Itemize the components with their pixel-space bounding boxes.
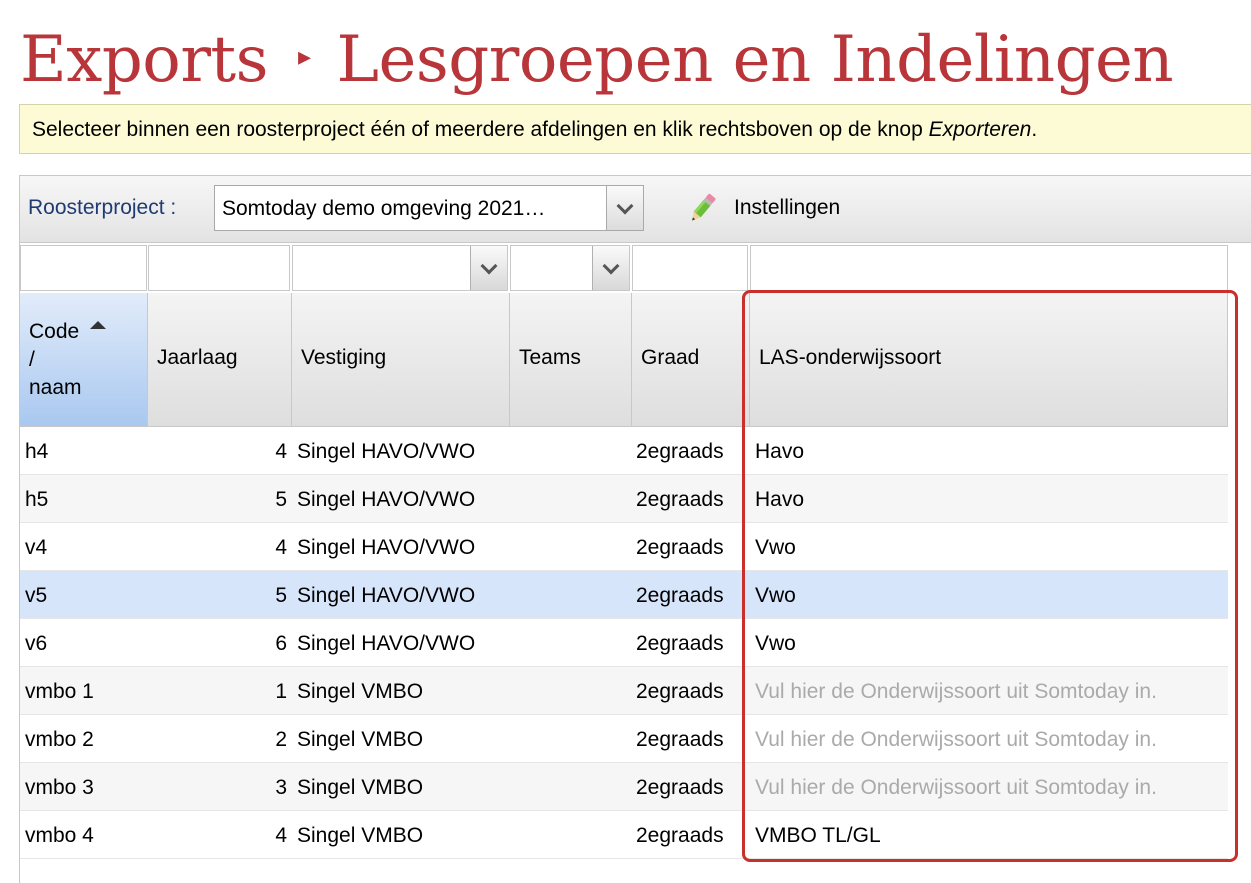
cell-jaarlaag: 2	[275, 728, 287, 751]
info-banner: Selecteer binnen een roosterproject één …	[19, 104, 1251, 154]
cell-graad: 2egraads	[636, 776, 724, 799]
settings-label: Instellingen	[734, 196, 841, 219]
cell-graad: 2egraads	[636, 488, 724, 511]
cell-vestiging: Singel HAVO/VWO	[297, 440, 476, 463]
cell-code: vmbo 3	[25, 776, 94, 799]
cell-las-placeholder[interactable]: Vul hier de Onderwijssoort uit Somtoday …	[755, 680, 1157, 704]
cell-vestiging: Singel VMBO	[297, 776, 424, 799]
column-header-las-label: LAS-onderwijssoort	[759, 346, 942, 369]
column-header-jaarlaag-label: Jaarlaag	[157, 346, 238, 369]
column-headers: Code / naam Jaarlaag Vestiging Teams Gra…	[20, 293, 1251, 427]
column-header-vestiging[interactable]: Vestiging	[292, 293, 510, 427]
cell-jaarlaag: 4	[275, 536, 287, 559]
cell-las-placeholder[interactable]: Vul hier de Onderwijssoort uit Somtoday …	[755, 728, 1157, 752]
cell-las[interactable]: Vwo	[755, 536, 796, 560]
cell-code: v5	[25, 584, 48, 607]
column-header-jaarlaag[interactable]: Jaarlaag	[148, 293, 292, 427]
table-row[interactable]: vmbo 1 1 Singel VMBO 2egraads Vul hier d…	[20, 667, 1228, 715]
column-header-teams-label: Teams	[519, 346, 581, 369]
cell-las[interactable]: VMBO TL/GL	[755, 824, 881, 848]
cell-graad: 2egraads	[636, 536, 724, 559]
info-period: .	[1031, 118, 1038, 141]
cell-graad: 2egraads	[636, 632, 724, 655]
grid-panel: Roosterproject : Somtoday demo omgeving …	[19, 175, 1251, 883]
cell-jaarlaag: 4	[275, 824, 287, 847]
table-row[interactable]: vmbo 2 2 Singel VMBO 2egraads Vul hier d…	[20, 715, 1228, 763]
table-row[interactable]: v6 6 Singel HAVO/VWO 2egraads Vwo	[20, 619, 1228, 667]
cell-graad: 2egraads	[636, 584, 724, 607]
cell-las[interactable]: Vwo	[755, 632, 796, 656]
graad-filter-input[interactable]	[632, 245, 748, 291]
cell-graad: 2egraads	[636, 680, 724, 703]
code-filter-input[interactable]	[20, 245, 147, 291]
cell-jaarlaag: 4	[275, 440, 287, 463]
project-select-value: Somtoday demo omgeving 2021…	[222, 197, 546, 220]
cell-code: h4	[25, 440, 49, 463]
toolbar: Roosterproject : Somtoday demo omgeving …	[20, 176, 1251, 243]
info-text: Selecteer binnen een roosterproject één …	[32, 118, 929, 141]
column-header-code-label: Code / naam	[29, 320, 82, 399]
cell-jaarlaag: 3	[275, 776, 287, 799]
cell-las[interactable]: Havo	[755, 488, 804, 512]
info-emphasis: Exporteren	[928, 118, 1032, 141]
cell-code: v4	[25, 536, 48, 559]
column-header-las[interactable]: LAS-onderwijssoort	[750, 293, 1228, 427]
cell-jaarlaag: 1	[275, 680, 287, 703]
cell-code: h5	[25, 488, 49, 511]
cell-code: vmbo 2	[25, 728, 94, 751]
cell-las-placeholder[interactable]: Vul hier de Onderwijssoort uit Somtoday …	[755, 776, 1157, 800]
cell-las[interactable]: Vwo	[755, 584, 796, 608]
column-header-vestiging-label: Vestiging	[301, 346, 387, 369]
breadcrumb-separator-icon: ▸	[297, 41, 311, 72]
project-select[interactable]: Somtoday demo omgeving 2021…	[214, 185, 644, 231]
cell-vestiging: Singel HAVO/VWO	[297, 536, 476, 559]
settings-button[interactable]: Instellingen	[684, 188, 840, 228]
chevron-down-icon[interactable]	[606, 186, 643, 230]
cell-jaarlaag: 5	[275, 488, 287, 511]
column-header-graad-label: Graad	[641, 346, 700, 369]
cell-code: v6	[25, 632, 48, 655]
table-row[interactable]: h4 4 Singel HAVO/VWO 2egraads Havo	[20, 427, 1228, 475]
table-row[interactable]: v4 4 Singel HAVO/VWO 2egraads Vwo	[20, 523, 1228, 571]
cell-code: vmbo 1	[25, 680, 94, 703]
las-filter-input[interactable]	[750, 245, 1228, 291]
breadcrumb-root[interactable]: Exports	[20, 23, 268, 97]
cell-vestiging: Singel VMBO	[297, 680, 424, 703]
project-label: Roosterproject :	[28, 196, 177, 219]
jaarlaag-filter-input[interactable]	[148, 245, 290, 291]
table-row[interactable]: vmbo 4 4 Singel VMBO 2egraads VMBO TL/GL	[20, 811, 1228, 859]
cell-vestiging: Singel HAVO/VWO	[297, 488, 476, 511]
table-row[interactable]: vmbo 3 3 Singel VMBO 2egraads Vul hier d…	[20, 763, 1228, 811]
sort-ascending-icon	[90, 321, 106, 329]
breadcrumb-current: Lesgroepen en Indelingen	[336, 23, 1174, 97]
table-row-selected[interactable]: v5 5 Singel HAVO/VWO 2egraads Vwo	[20, 571, 1228, 619]
cell-vestiging: Singel HAVO/VWO	[297, 632, 476, 655]
chevron-down-icon[interactable]	[592, 246, 629, 290]
cell-code: vmbo 4	[25, 824, 94, 847]
pencil-icon	[692, 193, 716, 221]
teams-filter-select[interactable]	[510, 245, 630, 291]
cell-vestiging: Singel VMBO	[297, 728, 424, 751]
column-header-code[interactable]: Code / naam	[20, 293, 148, 427]
cell-graad: 2egraads	[636, 824, 724, 847]
cell-jaarlaag: 5	[275, 584, 287, 607]
page-title: Exports ▸ Lesgroepen en Indelingen	[20, 20, 1174, 100]
cell-graad: 2egraads	[636, 728, 724, 751]
filter-row	[20, 243, 1251, 293]
cell-vestiging: Singel HAVO/VWO	[297, 584, 476, 607]
cell-graad: 2egraads	[636, 440, 724, 463]
chevron-down-icon[interactable]	[470, 246, 507, 290]
cell-jaarlaag: 6	[275, 632, 287, 655]
column-header-graad[interactable]: Graad	[632, 293, 750, 427]
vestiging-filter-select[interactable]	[292, 245, 508, 291]
column-header-teams[interactable]: Teams	[510, 293, 632, 427]
cell-vestiging: Singel VMBO	[297, 824, 424, 847]
cell-las[interactable]: Havo	[755, 440, 804, 464]
table-row[interactable]: h5 5 Singel HAVO/VWO 2egraads Havo	[20, 475, 1228, 523]
